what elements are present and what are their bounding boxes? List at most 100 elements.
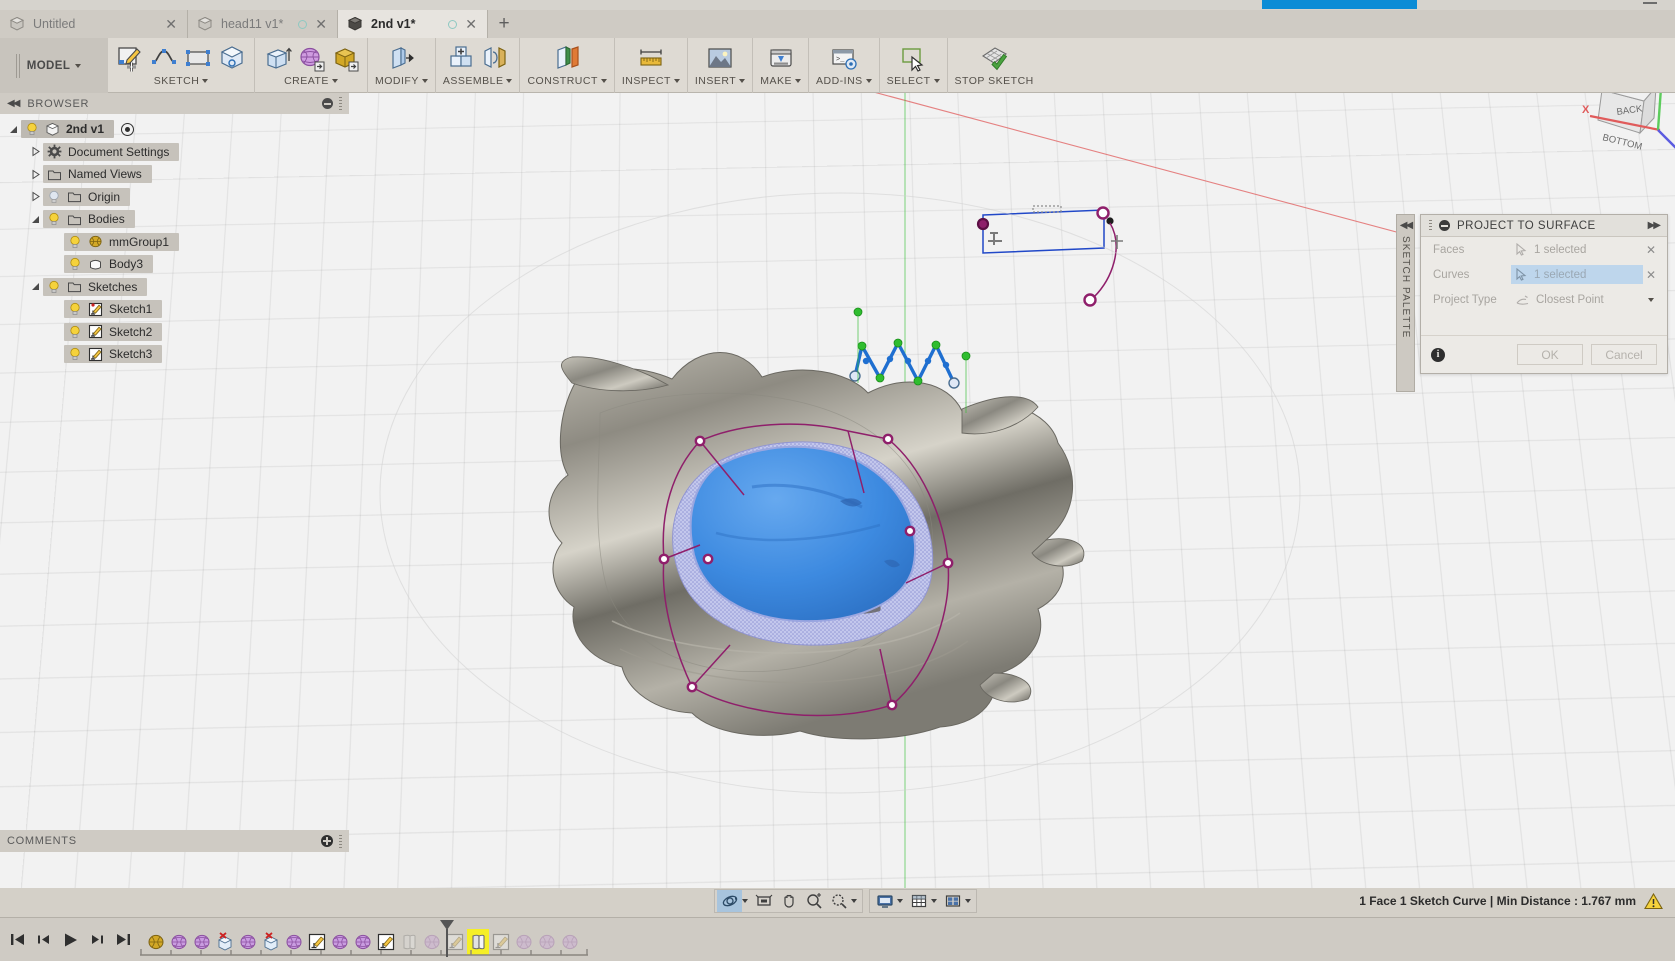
new-tab-button[interactable]: +: [488, 10, 520, 38]
expander-expanded-icon[interactable]: [6, 124, 21, 135]
ribbon-group-label[interactable]: ADD-INS: [816, 75, 872, 87]
expander-collapsed-icon[interactable]: [28, 146, 43, 157]
orbit-chevron-down-icon[interactable]: [742, 899, 748, 903]
tree-item-sketches[interactable]: Sketches: [0, 276, 349, 299]
dialog-row-curves[interactable]: Curves 1 selected ✕: [1421, 262, 1667, 287]
grid-chevron-down-icon[interactable]: [931, 899, 937, 903]
tab-untitled[interactable]: Untitled ✕: [0, 10, 188, 38]
tree-item-mmgroup1[interactable]: mmGroup1: [0, 231, 349, 254]
lightbulb-icon[interactable]: [68, 235, 82, 249]
fit-icon[interactable]: [751, 890, 776, 912]
sketch-palette-tab[interactable]: ◀◀ SKETCH PALETTE: [1396, 214, 1415, 392]
window-minimize-icon[interactable]: [1643, 2, 1657, 4]
faces-selection-value[interactable]: 1 selected: [1511, 240, 1643, 259]
display-chevron-down-icon[interactable]: [897, 899, 903, 903]
scripts-addins-icon[interactable]: >_: [829, 43, 859, 73]
3d-print-icon[interactable]: [766, 43, 796, 73]
project-to-surface-dialog[interactable]: PROJECT TO SURFACE ▶▶ Faces 1 selected ✕…: [1420, 214, 1668, 374]
info-icon[interactable]: i: [1431, 348, 1445, 362]
ribbon-group-label[interactable]: ASSEMBLE: [443, 75, 513, 87]
dialog-header[interactable]: PROJECT TO SURFACE ▶▶: [1421, 215, 1667, 237]
create-sketch-icon[interactable]: [115, 43, 145, 73]
zoom-chevron-down-icon[interactable]: [851, 899, 857, 903]
clear-faces-icon[interactable]: ✕: [1643, 243, 1659, 257]
dialog-row-project-type[interactable]: Project Type Closest Point: [1421, 287, 1667, 312]
select-window-icon[interactable]: [898, 43, 928, 73]
tree-item-origin[interactable]: Origin: [0, 186, 349, 209]
spline-icon[interactable]: [149, 43, 179, 73]
drag-grip[interactable]: [1429, 220, 1432, 232]
tree-item-body3[interactable]: Body3: [0, 253, 349, 276]
lightbulb-icon[interactable]: [47, 280, 61, 294]
tree-item-named-views[interactable]: Named Views: [0, 163, 349, 186]
rectangle-icon[interactable]: [183, 43, 213, 73]
tree-item-2nd-v1[interactable]: 2nd v1: [0, 118, 349, 141]
go-to-end-icon[interactable]: [115, 932, 131, 947]
chevron-down-icon[interactable]: [1648, 298, 1654, 302]
expander-expanded-icon[interactable]: [28, 281, 43, 292]
sketch-plane-icon[interactable]: [217, 43, 247, 73]
insert-image-icon[interactable]: [705, 43, 735, 73]
tree-item-document-settings[interactable]: Document Settings: [0, 141, 349, 164]
tree-item-bodies[interactable]: Bodies: [0, 208, 349, 231]
ribbon-group-label[interactable]: CONSTRUCT: [527, 75, 606, 87]
tab-head11[interactable]: head11 v1* ✕: [188, 10, 338, 38]
joint-icon[interactable]: [480, 43, 510, 73]
clear-curves-icon[interactable]: ✕: [1643, 268, 1659, 282]
double-left-arrow-icon[interactable]: ◀◀: [7, 98, 18, 109]
panel-resize-grip[interactable]: [339, 835, 342, 848]
box-create-icon[interactable]: [330, 43, 360, 73]
lightbulb-icon[interactable]: [68, 302, 82, 316]
expander-collapsed-icon[interactable]: [28, 169, 43, 180]
dialog-row-faces[interactable]: Faces 1 selected ✕: [1421, 237, 1667, 262]
new-component-icon[interactable]: [446, 43, 476, 73]
ribbon-group-label[interactable]: MAKE: [760, 75, 801, 87]
comments-panel[interactable]: COMMENTS: [0, 830, 349, 852]
tab-2nd[interactable]: 2nd v1* ✕: [338, 10, 488, 38]
orbit-icon[interactable]: [717, 890, 742, 912]
lightbulb-icon[interactable]: [25, 122, 39, 136]
viewcube[interactable]: BACK BOTTOM X: [1560, 93, 1675, 153]
warning-triangle-icon[interactable]: [1644, 893, 1663, 910]
ribbon-group-label[interactable]: STOP SKETCH: [955, 75, 1034, 87]
tree-item-sketch3[interactable]: Sketch3: [0, 343, 349, 366]
panel-resize-grip[interactable]: [339, 97, 342, 110]
lightbulb-icon[interactable]: [47, 212, 61, 226]
expander-expanded-icon[interactable]: [28, 214, 43, 225]
cancel-button[interactable]: Cancel: [1591, 344, 1657, 365]
activate-component-radio[interactable]: [121, 123, 134, 136]
extrude-icon[interactable]: [262, 43, 292, 73]
play-icon[interactable]: [62, 932, 79, 948]
lightbulb-icon[interactable]: [68, 257, 82, 271]
step-back-icon[interactable]: [36, 932, 52, 947]
zoom-window-icon[interactable]: [826, 890, 851, 912]
lightbulb-icon[interactable]: [68, 347, 82, 361]
ribbon-group-label[interactable]: INSPECT: [622, 75, 680, 87]
tree-item-sketch2[interactable]: Sketch2: [0, 321, 349, 344]
measure-icon[interactable]: [636, 43, 666, 73]
ribbon-group-label[interactable]: INSERT: [695, 75, 745, 87]
curves-selection-value[interactable]: 1 selected: [1511, 265, 1643, 284]
close-icon[interactable]: ✕: [465, 17, 477, 31]
minimize-circle-icon[interactable]: [322, 98, 333, 109]
display-settings-icon[interactable]: [872, 890, 897, 912]
pan-hand-icon[interactable]: [776, 890, 801, 912]
zoom-icon[interactable]: [801, 890, 826, 912]
stop-sketch-icon[interactable]: [979, 43, 1009, 73]
go-to-beginning-icon[interactable]: [10, 932, 26, 947]
lightbulb-icon[interactable]: [68, 325, 82, 339]
tree-item-sketch1[interactable]: Sketch1: [0, 298, 349, 321]
ribbon-group-label[interactable]: CREATE: [284, 75, 338, 87]
step-forward-icon[interactable]: [89, 932, 105, 947]
project-type-dropdown[interactable]: Closest Point: [1511, 290, 1659, 309]
add-comment-icon[interactable]: [321, 835, 333, 847]
expander-collapsed-icon[interactable]: [28, 191, 43, 202]
timeline-ruler[interactable]: [140, 943, 590, 957]
workspace-switcher[interactable]: MODEL: [0, 38, 108, 93]
close-icon[interactable]: ✕: [165, 17, 177, 31]
ribbon-group-label[interactable]: MODIFY: [375, 75, 428, 87]
ok-button[interactable]: OK: [1517, 344, 1583, 365]
double-left-arrow-icon[interactable]: ◀◀: [1400, 220, 1411, 231]
form-icon[interactable]: [296, 43, 326, 73]
ribbon-group-label[interactable]: SELECT: [887, 75, 940, 87]
